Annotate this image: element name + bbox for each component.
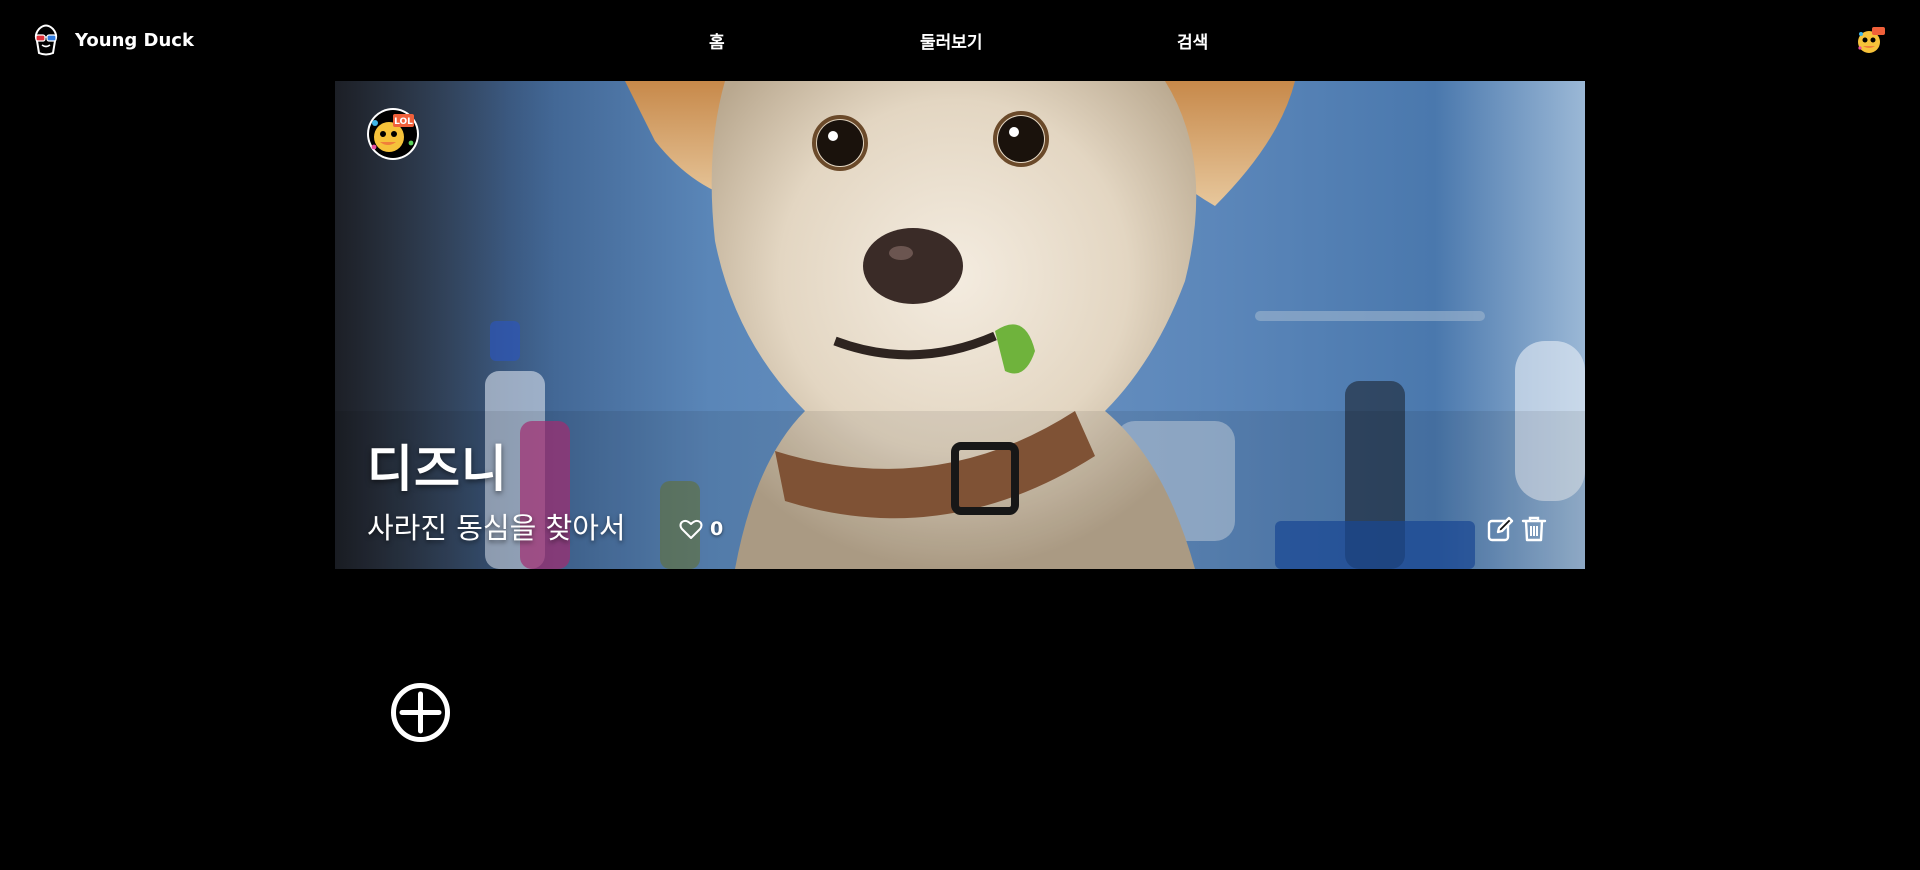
nav-search-link[interactable]: 검색 bbox=[1177, 28, 1208, 53]
creator-avatar-icon[interactable]: LOL bbox=[366, 107, 420, 161]
avatar-badge-text: LOL bbox=[394, 117, 413, 127]
brand-home-link[interactable]: Young Duck bbox=[31, 22, 194, 58]
nav-home-link[interactable]: 홈 bbox=[709, 28, 725, 53]
user-avatar-icon[interactable] bbox=[1856, 25, 1886, 55]
like-count: 0 bbox=[710, 518, 724, 540]
duck-logo-icon bbox=[34, 24, 58, 56]
nav-explore-link[interactable]: 둘러보기 bbox=[920, 28, 983, 53]
like-button[interactable]: 0 bbox=[679, 518, 723, 540]
trash-icon[interactable] bbox=[1521, 515, 1547, 543]
plus-circle-icon[interactable] bbox=[390, 682, 451, 743]
heart-icon bbox=[679, 519, 703, 539]
edit-icon[interactable] bbox=[1486, 515, 1514, 543]
collection-banner: LOL 디즈니 사라진 동심을 찾아서 0 bbox=[335, 81, 1585, 569]
brand-name: Young Duck bbox=[75, 29, 194, 51]
collection-subtitle: 사라진 동심을 찾아서 bbox=[367, 511, 626, 545]
dog-photo bbox=[335, 81, 1585, 569]
top-navigation-bar: Young Duck 홈 둘러보기 검색 bbox=[0, 0, 1920, 80]
collection-title: 디즈니 bbox=[367, 440, 508, 498]
